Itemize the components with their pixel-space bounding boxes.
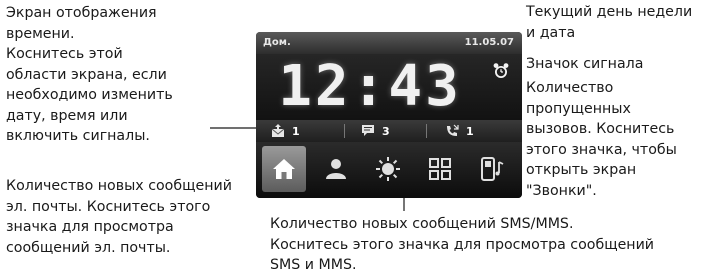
tab-programs[interactable] [418, 146, 462, 192]
annotation-alarm-icon: Значок сигнала [526, 56, 644, 72]
missed-calls-count: 1 [466, 124, 474, 138]
sms-count: 3 [382, 124, 390, 138]
sms-counter[interactable]: 3 [360, 122, 390, 140]
tab-music[interactable] [470, 146, 514, 192]
programs-grid-icon [429, 158, 451, 180]
tab-weather[interactable] [366, 146, 410, 192]
annotation-clock-area: Экран отображения времени. Коснитесь это… [6, 5, 173, 144]
annotation-new-email: Количество новых сообщений эл. почты. Ко… [6, 178, 232, 256]
counter-divider [344, 124, 345, 138]
email-counter[interactable]: 1 [270, 122, 300, 140]
clock-time[interactable]: 12:43 [270, 56, 470, 118]
tab-contacts[interactable] [314, 146, 358, 192]
annotation-new-sms: Количество новых сообщений SMS/MMS. Косн… [270, 216, 655, 273]
music-player-icon [481, 157, 504, 181]
tab-home[interactable] [262, 146, 306, 192]
notification-counters: 1 3 1 [256, 120, 522, 142]
location-label: Дом. [263, 37, 291, 48]
status-bar[interactable]: Дом. 11.05.07 [256, 32, 522, 54]
missed-call-icon [447, 124, 459, 136]
counter-divider [426, 124, 427, 138]
home-icon [273, 159, 295, 179]
person-icon [326, 159, 346, 179]
clock-area[interactable]: 12:43 [256, 54, 522, 120]
annotation-date-day: Текущий день недели и дата [526, 4, 693, 41]
sun-icon [376, 157, 400, 181]
annotation-missed-calls: Количество пропущенных вызовов. Коснитес… [526, 80, 677, 199]
phone-home-screen: Дом. 11.05.07 12:43 1 3 1 [256, 32, 522, 198]
date-label[interactable]: 11.05.07 [465, 37, 514, 48]
sms-icon [362, 125, 374, 136]
tab-bar [256, 142, 522, 198]
email-count: 1 [292, 124, 300, 138]
missed-calls-counter[interactable]: 1 [444, 122, 474, 140]
email-icon [271, 124, 285, 137]
alarm-clock-icon[interactable] [492, 62, 510, 80]
